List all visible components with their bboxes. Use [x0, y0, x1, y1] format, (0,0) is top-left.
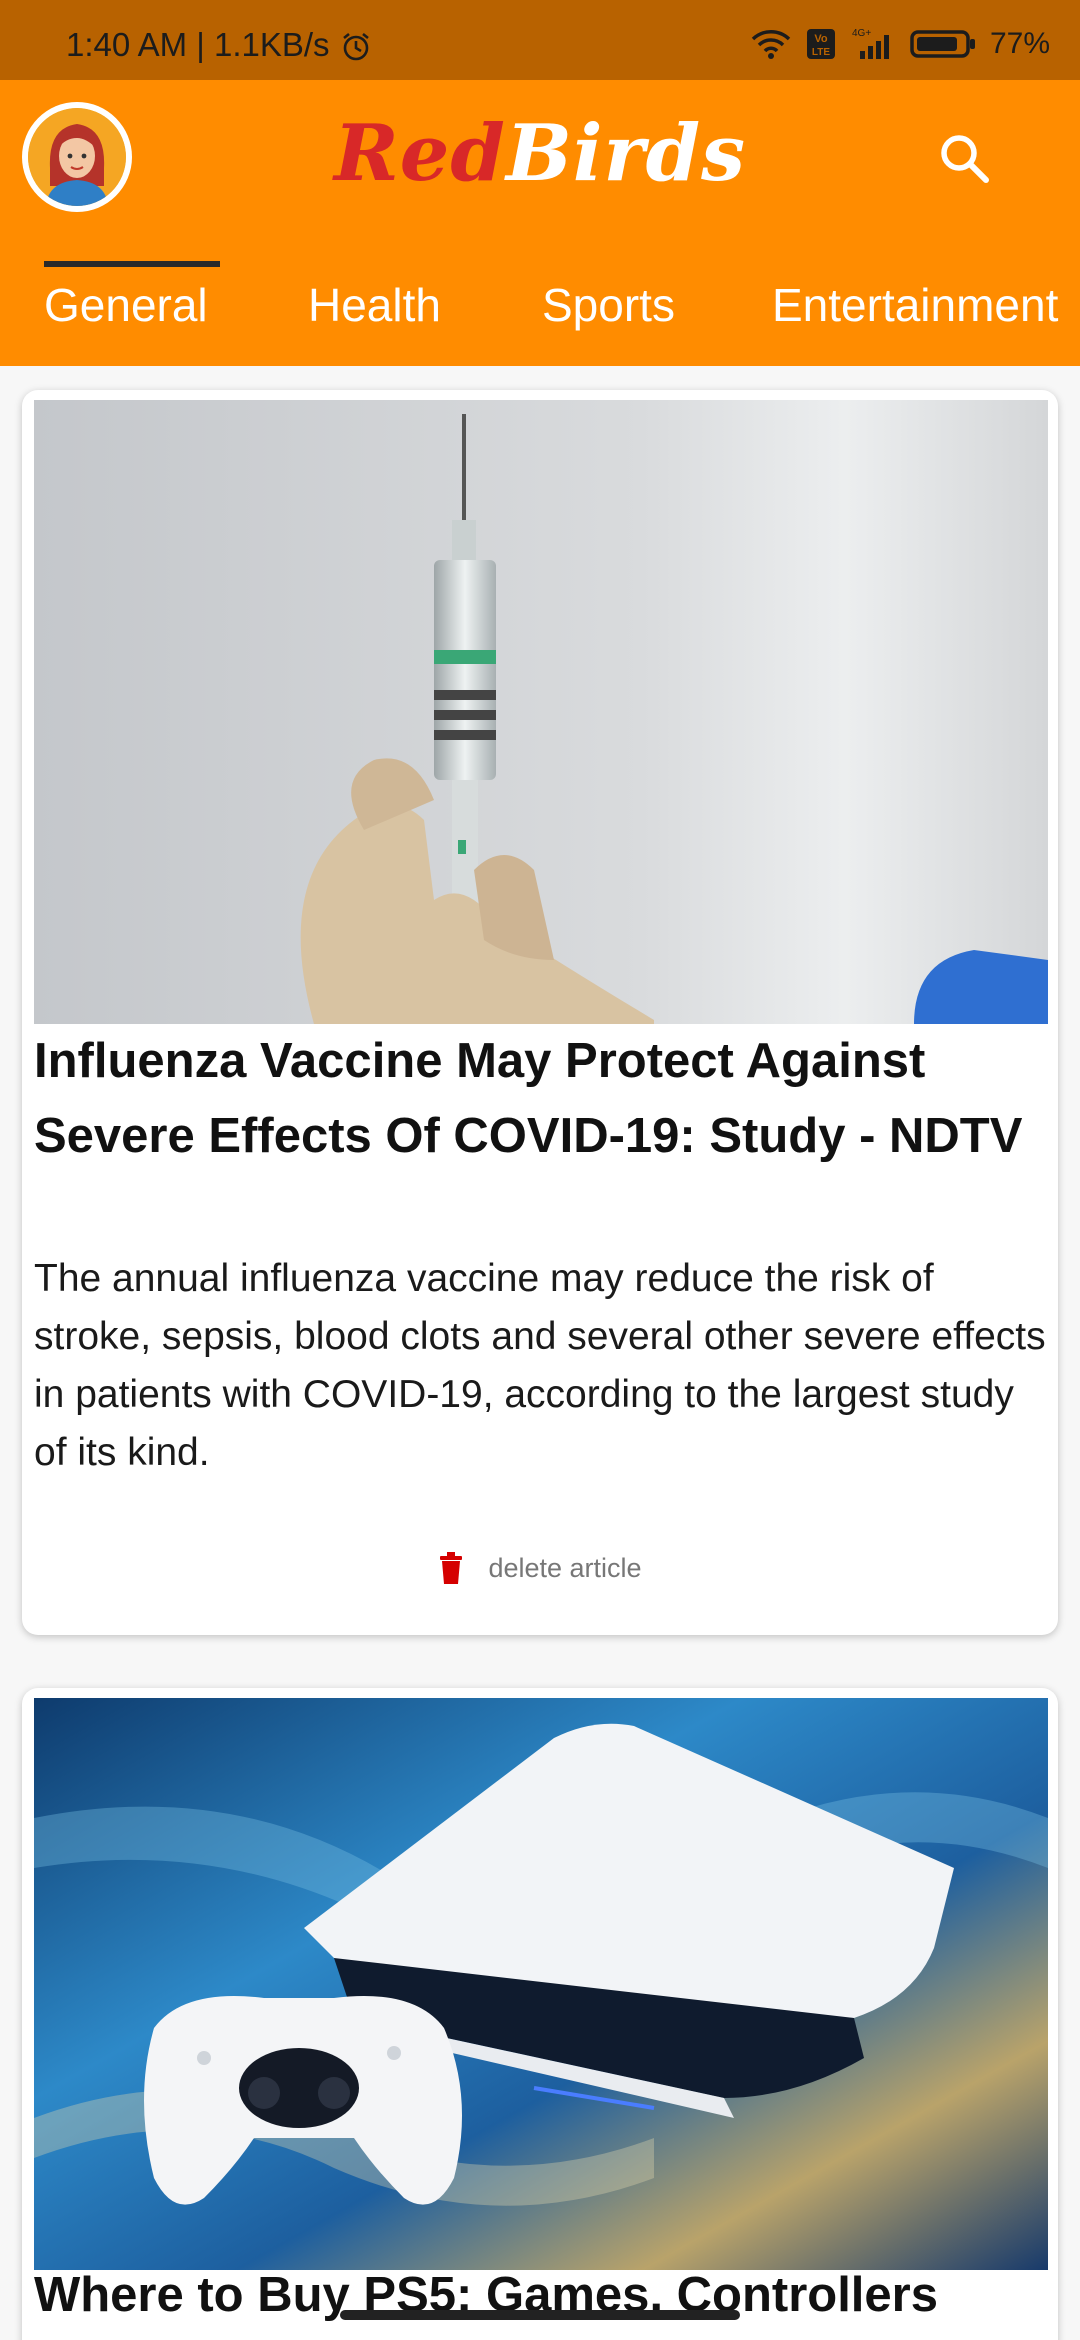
article-description: The annual influenza vaccine may reduce …	[34, 1257, 1046, 1474]
search-icon	[941, 135, 989, 183]
status-time: 1:40 AM | 1.1KB/s	[66, 26, 330, 63]
alarm-icon	[340, 26, 372, 64]
wifi-icon	[750, 26, 792, 61]
brand-part-white: Birds	[505, 108, 747, 199]
svg-text:Vo: Vo	[814, 33, 828, 45]
status-left: 1:40 AM | 1.1KB/s	[66, 26, 372, 64]
tab-sports[interactable]: Sports	[542, 278, 675, 332]
category-tabs: General Health Sports Entertainment	[0, 258, 1080, 366]
home-indicator[interactable]	[340, 2310, 740, 2320]
article-image	[34, 400, 1048, 1024]
article-title[interactable]: Influenza Vaccine May Protect Against Se…	[34, 1024, 1044, 1174]
selected-tab-indicator	[44, 261, 220, 267]
delete-article-button[interactable]: delete article	[22, 1538, 1058, 1598]
tab-health[interactable]: Health	[308, 278, 441, 332]
status-right: Vo LTE 4G+ 77%	[750, 26, 1050, 61]
syringe-image	[34, 400, 1048, 1024]
brand-part-red: Red	[333, 108, 506, 199]
battery-percent: 77%	[989, 26, 1050, 60]
article-card[interactable]: Where to Buy PS5: Games, Controllers	[22, 1688, 1058, 2340]
article-image	[34, 1698, 1048, 2270]
trash-icon	[440, 1552, 463, 1584]
article-card[interactable]: Influenza Vaccine May Protect Against Se…	[22, 390, 1058, 1635]
console-image	[34, 1698, 1048, 2270]
signal-icon: 4G+	[850, 26, 896, 61]
tab-general[interactable]: General	[44, 278, 208, 332]
search-button[interactable]	[930, 124, 1000, 194]
article-title[interactable]: Where to Buy PS5: Games, Controllers	[34, 2258, 1044, 2333]
network-type: 4G+	[852, 28, 871, 39]
delete-article-label: delete article	[488, 1552, 642, 1583]
battery-icon	[910, 26, 976, 61]
svg-text:LTE: LTE	[812, 47, 830, 58]
tab-entertainment[interactable]: Entertainment	[772, 278, 1058, 332]
volte-icon: Vo LTE	[806, 26, 836, 61]
status-bar: 1:40 AM | 1.1KB/s Vo LTE 4G+ 77%	[0, 0, 1080, 80]
app-bar: RedBirds General Health Sports Entertain…	[0, 80, 1080, 366]
app-logo: RedBirds	[0, 108, 1080, 199]
